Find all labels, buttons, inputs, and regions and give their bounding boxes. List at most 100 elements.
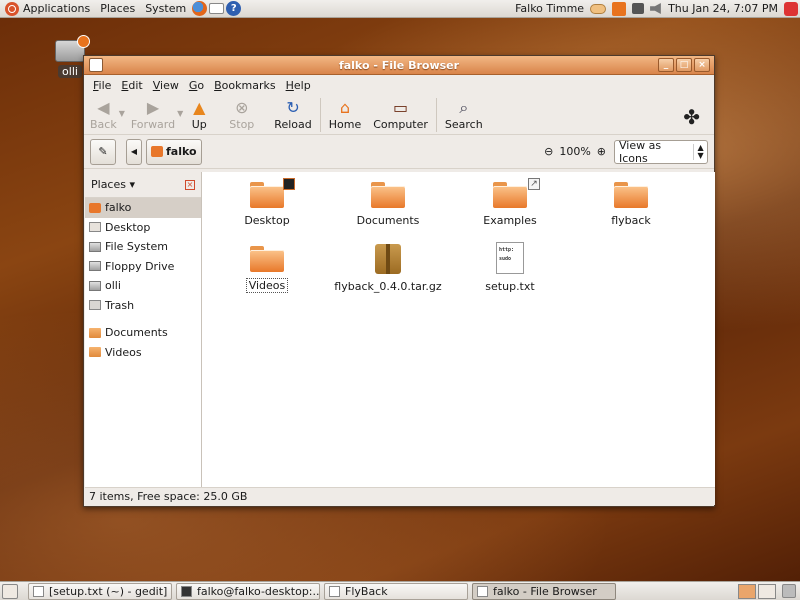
computer-button[interactable]: ▭ Computer [373, 95, 428, 132]
home-folder-icon [151, 146, 163, 157]
show-desktop-icon[interactable] [2, 583, 18, 599]
sidebar-item-label: Floppy Drive [105, 259, 175, 273]
workspace-1[interactable] [738, 583, 756, 599]
forward-history-dropdown[interactable]: ▼ [177, 109, 183, 118]
close-button[interactable]: × [694, 58, 710, 72]
update-notifier-icon[interactable] [612, 1, 627, 16]
sidebar-item-falko[interactable]: falko [85, 198, 201, 218]
reload-button[interactable]: ↻ Reload [274, 95, 311, 132]
file-item-flyback[interactable]: flyback [571, 178, 691, 227]
sidebar-item-desktop[interactable]: Desktop [85, 218, 201, 238]
workspace-2[interactable] [758, 583, 776, 599]
task-gedit[interactable]: [setup.txt (~) - gedit] [28, 582, 172, 600]
harddisk-icon [89, 241, 101, 252]
sidebar-bookmark-documents[interactable]: Documents [85, 323, 201, 343]
task-label: falko@falko-desktop:... [197, 584, 320, 598]
sidebar-title: Places [91, 178, 126, 191]
toolbar-separator [435, 98, 437, 132]
path-button-label: falko [166, 145, 197, 158]
file-item-examples[interactable]: ↗ Examples [450, 178, 570, 227]
system-menu[interactable]: System [140, 0, 191, 18]
path-button-falko[interactable]: falko [146, 138, 202, 165]
window-titlebar[interactable]: falko - File Browser _ □ × [84, 56, 714, 75]
menu-edit[interactable]: Edit [116, 79, 147, 92]
path-scroll-left-button[interactable]: ◀ [126, 138, 142, 165]
location-bar: ✎ ◀ falko ⊖ 100% ⊕ View as Icons ▲ ▼ [84, 135, 714, 169]
home-button[interactable]: ⌂ Home [329, 95, 361, 132]
up-button[interactable]: ▲ Up [189, 95, 209, 132]
stop-label: Stop [229, 118, 255, 131]
file-item-documents[interactable]: Documents [328, 178, 448, 227]
sidebar-item-label: Documents [105, 326, 168, 340]
file-name: Videos [245, 278, 289, 293]
file-item-flyback-archive[interactable]: flyback_0.4.0.tar.gz [328, 244, 448, 293]
window-menu-icon[interactable] [89, 58, 103, 72]
sidebar-item-floppy-drive[interactable]: Floppy Drive [85, 257, 201, 277]
power-icon[interactable] [784, 1, 798, 16]
trash-applet-icon[interactable] [782, 583, 796, 598]
sidebar-item-label: falko [105, 201, 132, 215]
window-controls: _ □ × [658, 58, 710, 72]
menu-file[interactable]: File [88, 79, 116, 92]
sidebar-item-file-system[interactable]: File System [85, 237, 201, 257]
home-icon [89, 202, 101, 213]
help-launcher-icon[interactable]: ? [226, 1, 242, 16]
zoom-out-icon[interactable]: ⊖ [544, 145, 553, 158]
folder-icon [250, 182, 284, 208]
workspace-switcher [738, 583, 796, 599]
bottom-panel: [setup.txt (~) - gedit] falko@falko-desk… [0, 581, 800, 600]
menu-bookmarks-label: ookmarks [221, 78, 276, 92]
desktop-icon [89, 222, 101, 233]
sidebar-item-label: Videos [105, 345, 142, 359]
task-terminal[interactable]: falko@falko-desktop:... [176, 582, 320, 600]
menu-bookmarks[interactable]: Bookmarks [209, 79, 280, 92]
top-panel-tray: Falko Timme Thu Jan 24, 7:07 PM [509, 0, 800, 18]
sidebar-item-trash[interactable]: Trash [85, 296, 201, 316]
file-item-setup-txt[interactable]: http: sudo setup.txt [450, 242, 570, 293]
task-flyback[interactable]: FlyBack [324, 582, 468, 600]
task-label: falko - File Browser [493, 584, 597, 598]
home-emblem-icon [77, 35, 90, 48]
back-button[interactable]: ◀ Back [90, 95, 117, 132]
menu-view[interactable]: View [148, 79, 184, 92]
sidebar-bookmark-videos[interactable]: Videos [85, 343, 201, 363]
location-toggle-button[interactable]: ✎ [90, 138, 116, 165]
places-menu[interactable]: Places [95, 0, 140, 18]
applications-menu[interactable]: Applications [0, 0, 95, 18]
back-history-dropdown[interactable]: ▼ [119, 109, 125, 118]
task-file-browser[interactable]: falko - File Browser [472, 582, 616, 600]
sidebar-selector[interactable]: Places ▾ [91, 178, 135, 191]
forward-button[interactable]: ▶ Forward [130, 95, 176, 132]
file-item-videos[interactable]: Videos [207, 242, 327, 293]
task-label: FlyBack [345, 584, 388, 598]
firefox-launcher-icon[interactable] [192, 1, 208, 16]
sidebar-close-icon[interactable]: × [185, 179, 195, 190]
sidebar-item-label: olli [105, 279, 121, 293]
volume-icon[interactable] [650, 3, 661, 14]
search-button[interactable]: ⌕ Search [445, 95, 483, 132]
clock[interactable]: Thu Jan 24, 7:07 PM [668, 2, 778, 15]
network-icon[interactable] [632, 3, 645, 14]
menu-help[interactable]: Help [281, 79, 316, 92]
menu-go[interactable]: Go [184, 79, 209, 92]
view-mode-select[interactable]: View as Icons ▲ ▼ [614, 139, 708, 165]
drive-icon [89, 280, 101, 291]
icon-view[interactable]: Desktop Documents ↗ Examples flyback Vid… [202, 172, 715, 488]
up-label: Up [191, 118, 207, 131]
user-switcher[interactable]: Falko Timme [515, 2, 584, 15]
text-file-icon: http: sudo [496, 242, 524, 274]
file-item-desktop[interactable]: Desktop [207, 178, 327, 227]
folder-icon [614, 182, 648, 208]
sidebar-header: Places ▾ × [85, 172, 201, 198]
minimize-button[interactable]: _ [658, 58, 674, 72]
forward-label: Forward [130, 118, 176, 131]
stop-button[interactable]: ⊗ Stop [229, 95, 255, 132]
zoom-in-icon[interactable]: ⊕ [597, 145, 606, 158]
maximize-button[interactable]: □ [676, 58, 692, 72]
zoom-level[interactable]: 100% [559, 145, 590, 158]
search-icon: ⌕ [459, 98, 469, 117]
mail-launcher-icon[interactable] [209, 3, 225, 14]
menu-help-label: elp [293, 78, 311, 92]
sidebar-item-olli[interactable]: olli [85, 276, 201, 296]
weather-icon[interactable] [590, 3, 607, 14]
